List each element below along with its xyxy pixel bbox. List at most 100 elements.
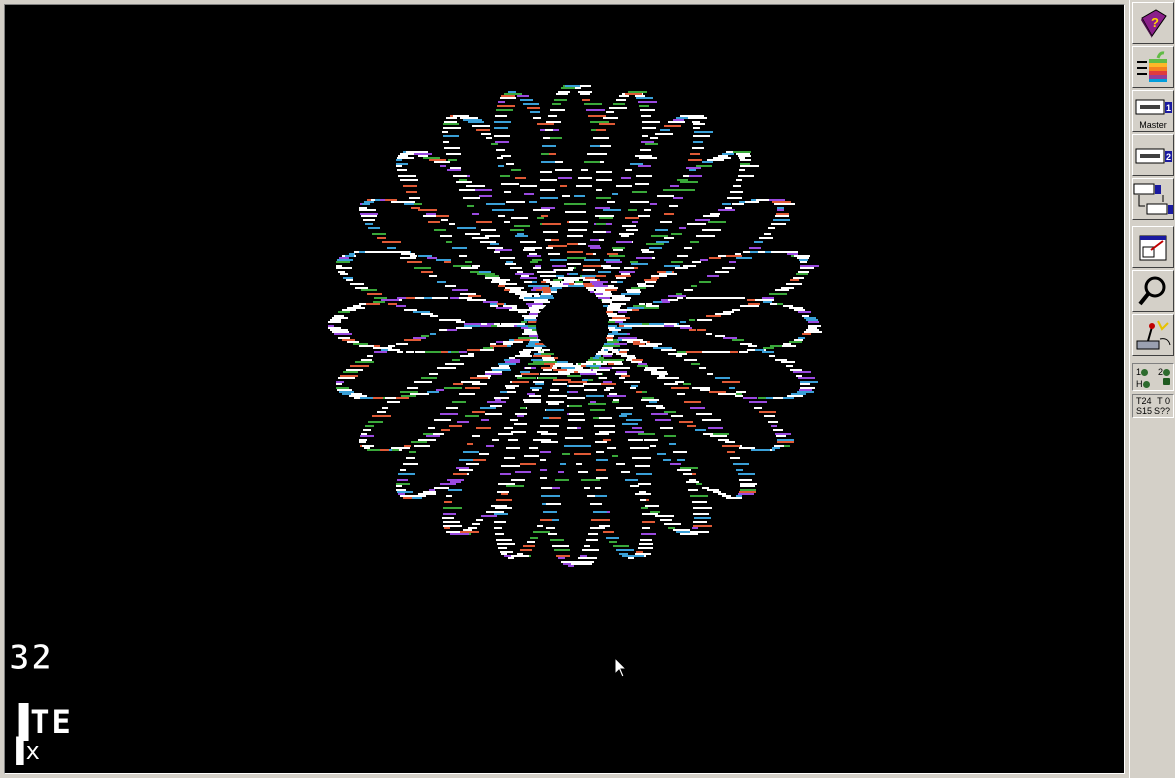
drive-1-button[interactable]: 1 Master xyxy=(1132,90,1174,132)
petal-segment xyxy=(677,469,691,471)
petal-segment xyxy=(736,179,742,181)
petal-segment xyxy=(445,285,456,287)
petal-segment xyxy=(790,369,802,371)
petal-segment xyxy=(595,355,601,357)
petal-segment xyxy=(582,275,597,277)
petal-segment xyxy=(530,261,538,263)
petal-segment xyxy=(730,457,740,459)
petal-segment xyxy=(608,349,618,351)
petal-segment xyxy=(626,381,637,383)
petal-segment xyxy=(520,277,537,279)
petal-segment xyxy=(693,141,703,143)
petal-segment xyxy=(596,189,602,191)
petal-segment xyxy=(550,395,567,397)
petal-segment xyxy=(467,349,480,351)
help-button[interactable]: ? xyxy=(1132,2,1174,44)
petal-segment xyxy=(429,159,446,161)
petal-segment xyxy=(615,321,623,323)
swap-drives-button[interactable] xyxy=(1132,178,1174,220)
petal-segment xyxy=(460,355,474,357)
petal-segment xyxy=(444,501,452,503)
drive-2-button[interactable]: 2 xyxy=(1132,134,1174,176)
petal-segment xyxy=(736,469,743,471)
petal-segment xyxy=(444,387,462,389)
petal-segment xyxy=(773,429,783,431)
fullscreen-button[interactable] xyxy=(1132,226,1174,268)
petal-segment xyxy=(641,249,649,251)
petal-segment xyxy=(786,283,802,285)
petal-segment xyxy=(722,445,740,447)
petal-segment xyxy=(449,425,462,427)
petal-segment xyxy=(520,99,533,101)
petal-segment xyxy=(605,289,617,291)
run-button[interactable] xyxy=(1132,46,1174,88)
petal-segment xyxy=(490,405,502,407)
petal-segment xyxy=(796,273,808,275)
petal-segment xyxy=(604,389,610,391)
petal-segment xyxy=(708,221,726,223)
petal-segment xyxy=(635,155,652,157)
petal-segment xyxy=(426,435,440,437)
petal-segment xyxy=(338,377,355,379)
petal-segment xyxy=(625,431,644,433)
petal-segment xyxy=(346,369,363,371)
joystick-button[interactable] xyxy=(1132,314,1174,356)
track-sector-panel: T24 T 0 S15 S?? xyxy=(1132,394,1174,418)
petal-segment xyxy=(687,223,706,225)
petal-segment xyxy=(641,115,651,117)
petal-segment xyxy=(635,465,650,467)
petal-segment xyxy=(483,347,493,349)
petal-segment xyxy=(607,447,616,449)
petal-segment xyxy=(641,141,654,143)
petal-segment xyxy=(476,129,490,131)
petal-segment xyxy=(740,159,751,161)
petal-segment xyxy=(540,373,557,375)
petal-segment xyxy=(485,275,499,277)
petal-segment xyxy=(588,403,606,405)
emulator-screen[interactable]: 32 ▐TE ▐x xyxy=(4,4,1125,774)
petal-segment xyxy=(495,507,512,509)
petal-segment xyxy=(666,271,672,273)
petal-segment xyxy=(656,407,665,409)
petal-segment xyxy=(523,249,535,251)
petal-segment xyxy=(676,293,682,295)
petal-segment xyxy=(646,303,652,305)
petal-segment xyxy=(567,427,577,429)
petal-segment xyxy=(680,321,686,323)
petal-segment xyxy=(661,299,668,301)
petal-segment xyxy=(653,347,659,349)
petal-segment xyxy=(337,389,352,391)
petal-segment xyxy=(696,413,712,415)
petal-segment xyxy=(424,351,441,353)
petal-segment xyxy=(762,297,774,299)
petal-segment xyxy=(604,259,620,261)
petal-segment xyxy=(740,483,757,485)
petal-segment xyxy=(570,277,585,279)
petal-segment xyxy=(677,393,685,395)
petal-segment xyxy=(619,553,628,555)
petal-segment xyxy=(655,419,671,421)
petal-segment xyxy=(460,531,479,533)
petal-segment xyxy=(447,479,464,481)
petal-segment xyxy=(782,397,794,399)
debugger-button[interactable] xyxy=(1132,270,1174,312)
petal-segment xyxy=(396,163,408,165)
petal-segment xyxy=(622,555,632,557)
drive-1-led xyxy=(1141,369,1149,377)
petal-segment xyxy=(606,311,613,313)
petal-segment xyxy=(650,137,658,139)
petal-segment xyxy=(645,281,656,283)
petal-segment xyxy=(583,265,602,267)
petal-segment xyxy=(613,299,630,301)
petal-segment xyxy=(524,317,536,319)
petal-segment xyxy=(336,267,352,269)
petal-segment xyxy=(639,491,646,493)
petal-segment xyxy=(596,197,611,199)
petal-segment xyxy=(561,367,576,369)
petal-segment xyxy=(452,401,466,403)
petal-segment xyxy=(495,249,512,251)
petal-segment xyxy=(590,121,609,123)
petal-segment xyxy=(748,345,757,347)
petal-segment xyxy=(769,293,787,295)
petal-segment xyxy=(524,247,542,249)
